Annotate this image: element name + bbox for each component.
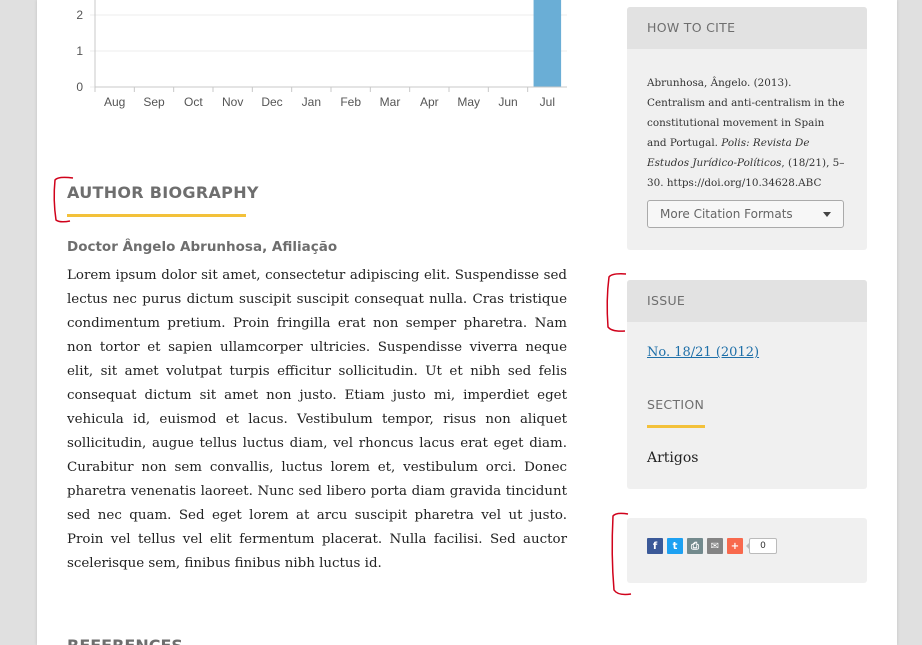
chart-x-tick-label: Nov xyxy=(222,95,243,109)
how-to-cite-block: HOW TO CITE Abrunhosa, Ângelo. (2013). C… xyxy=(627,7,867,250)
section-underline xyxy=(647,425,705,428)
email-icon[interactable]: ✉ xyxy=(707,538,723,554)
print-icon[interactable]: ⎙ xyxy=(687,538,703,554)
chart-y-tick-label: 2 xyxy=(76,8,83,22)
author-bio-text: Lorem ipsum dolor sit amet, consectetur … xyxy=(67,268,567,571)
chart-x-tick-label: Jul xyxy=(540,95,555,109)
share-block: f t ⎙ ✉ + 0 xyxy=(627,518,867,583)
addthis-plus-icon[interactable]: + xyxy=(727,538,743,554)
chart-x-tick-label: Feb xyxy=(340,95,361,109)
more-citation-formats-button[interactable]: More Citation Formats xyxy=(647,200,844,228)
chart-bar xyxy=(533,0,562,87)
chart-x-tick-label: Jan xyxy=(302,95,321,109)
chart-bars xyxy=(533,0,562,87)
chart-x-tick-label: Jun xyxy=(498,95,517,109)
references-heading: REFERENCES xyxy=(67,636,183,645)
section-heading: SECTION xyxy=(647,397,705,412)
author-biography-underline xyxy=(67,214,246,217)
issue-block: ISSUE No. 18/21 (2012) SECTION Artigos xyxy=(627,280,867,489)
more-citation-formats-label: More Citation Formats xyxy=(660,207,793,221)
section-value: Artigos xyxy=(647,450,699,466)
chart-y-tick-label: 0 xyxy=(76,80,83,94)
twitter-icon[interactable]: t xyxy=(667,538,683,554)
chart-x-tick-label: Apr xyxy=(420,95,439,109)
chart-x-tick-label: May xyxy=(457,95,480,109)
chart-x-tick-label: Oct xyxy=(184,95,203,109)
author-name: Doctor Ângelo Abrunhosa, Afiliação xyxy=(67,239,338,255)
issue-link[interactable]: No. 18/21 (2012) xyxy=(647,345,759,360)
share-count: 0 xyxy=(746,538,777,554)
chart-grid xyxy=(90,14,567,88)
chart-x-ticks: Aug Sep Oct Nov Dec Jan Feb Mar Apr May Jun Jul xyxy=(94,87,555,109)
facebook-icon[interactable]: f xyxy=(647,538,663,554)
citation-text: Abrunhosa, Ângelo. (2013). Centralism an… xyxy=(647,73,847,193)
chart-x-tick-label: Dec xyxy=(261,95,282,109)
chart-y-tick-label: 1 xyxy=(76,44,83,58)
caret-down-icon xyxy=(823,212,831,217)
author-biography-heading: AUTHOR BIOGRAPHY xyxy=(67,183,259,202)
chart-y-ticks: 0 1 2 xyxy=(76,8,83,94)
how-to-cite-heading: HOW TO CITE xyxy=(627,7,867,49)
article-page: 0 1 2 Aug Sep Oct Nov Dec Jan Feb Mar Apr May Jun Jul… xyxy=(37,0,897,645)
downloads-chart: 0 1 2 Aug Sep Oct Nov Dec Jan Feb Mar Apr May Jun Jul xyxy=(76,0,567,109)
chart-x-tick-label: Sep xyxy=(143,95,165,109)
share-bar: f t ⎙ ✉ + 0 xyxy=(647,538,777,554)
chart-x-tick-label: Mar xyxy=(380,95,401,109)
issue-heading: ISSUE xyxy=(627,280,867,322)
chart-x-tick-label: Aug xyxy=(104,95,125,109)
